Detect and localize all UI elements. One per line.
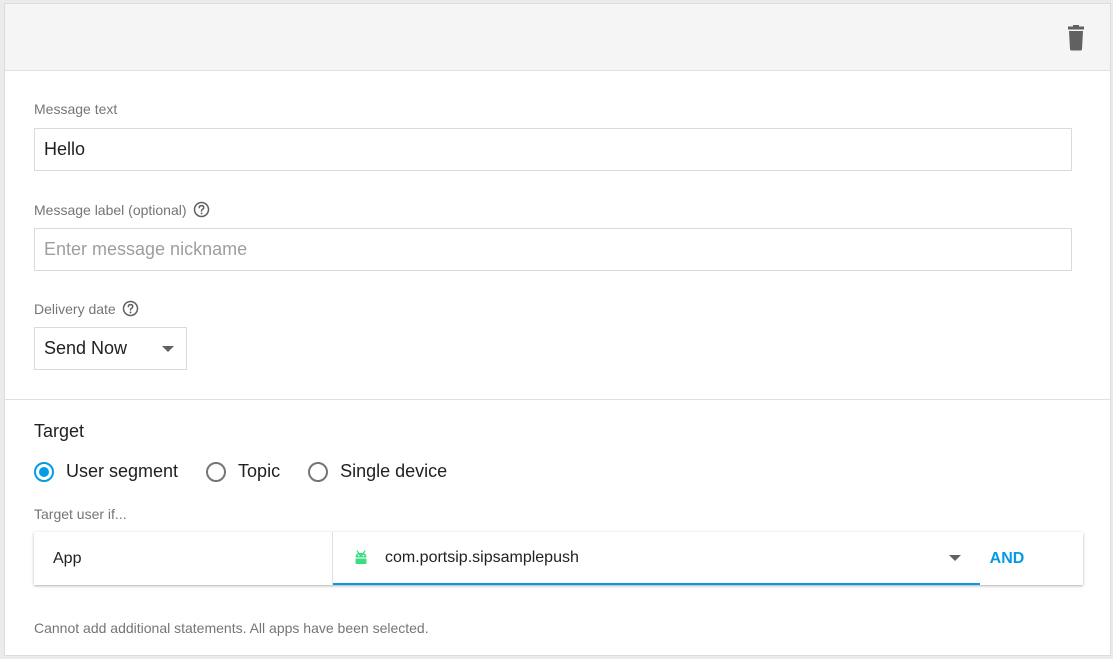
radio-single-device[interactable]: Single device — [308, 461, 447, 482]
condition-key: App — [34, 532, 333, 585]
target-radio-group: User segment Topic Single device — [34, 461, 475, 482]
android-icon — [353, 549, 369, 566]
trash-icon[interactable] — [1064, 25, 1088, 51]
card-header — [5, 4, 1110, 71]
condition-value-select[interactable]: com.portsip.sipsamplepush — [333, 532, 980, 585]
radio-user-segment[interactable]: User segment — [34, 461, 178, 482]
delivery-date-select[interactable]: Send Now — [34, 327, 187, 370]
message-text-input[interactable] — [34, 128, 1072, 171]
message-label-input[interactable] — [34, 228, 1072, 271]
radio-label: Topic — [238, 461, 281, 481]
delivery-date-value: Send Now — [44, 338, 128, 358]
and-button[interactable]: AND — [980, 532, 1034, 585]
dropdown-arrow-icon — [949, 555, 961, 561]
radio-topic[interactable]: Topic — [206, 461, 280, 482]
dropdown-arrow-icon — [162, 346, 174, 352]
target-title: Target — [34, 421, 85, 441]
section-divider — [5, 399, 1110, 400]
radio-unchecked-icon[interactable] — [308, 461, 329, 482]
message-card: Message text Message label (optional) De… — [4, 3, 1111, 656]
target-note: Cannot add additional statements. All ap… — [34, 620, 429, 636]
message-text-label: Message text — [34, 101, 118, 117]
help-circle-icon[interactable] — [122, 300, 139, 317]
target-sub-label: Target user if... — [34, 506, 127, 522]
condition-value: com.portsip.sipsamplepush — [385, 548, 579, 566]
target-condition-row: App com.portsip.sipsamplepush AND — [34, 532, 1083, 585]
radio-checked-icon[interactable] — [34, 461, 54, 482]
radio-label: Single device — [340, 461, 448, 481]
message-label-label: Message label (optional) — [34, 201, 210, 218]
help-circle-icon[interactable] — [193, 201, 210, 218]
radio-label: User segment — [66, 461, 179, 481]
radio-unchecked-icon[interactable] — [206, 461, 227, 482]
delivery-date-label: Delivery date — [34, 300, 139, 317]
